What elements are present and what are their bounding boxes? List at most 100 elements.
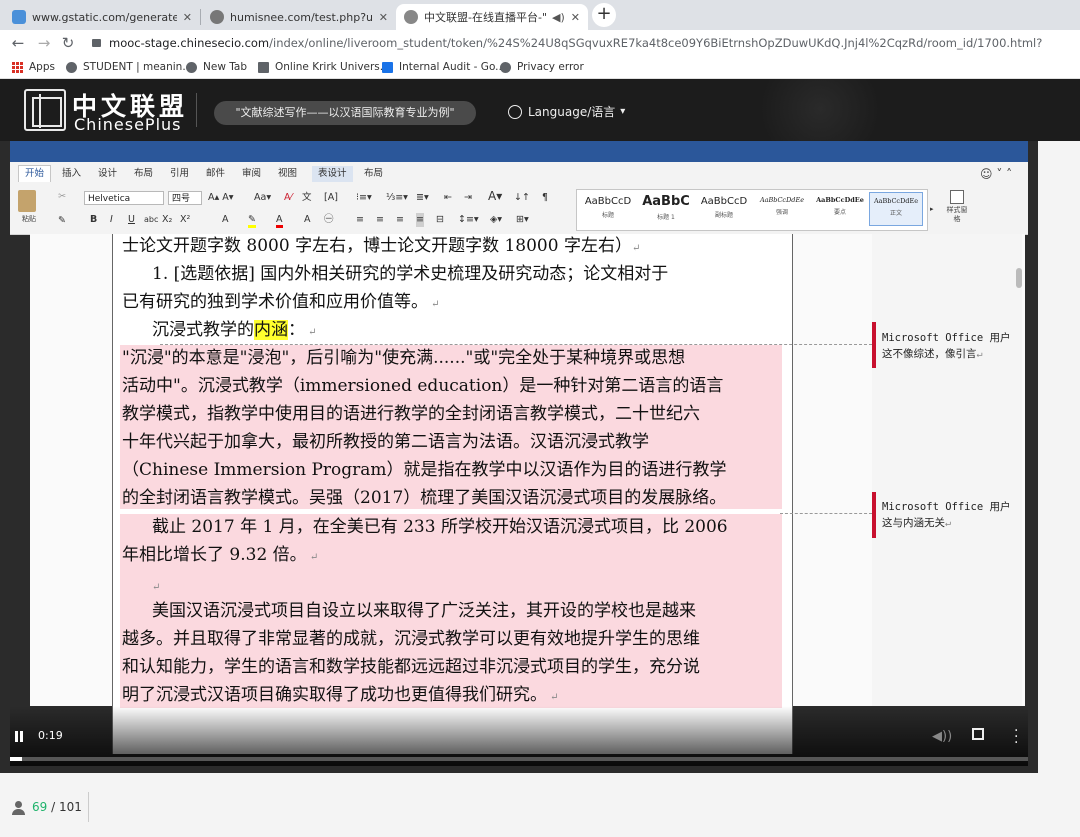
comment-balloon-2[interactable]: Microsoft Office 用户 这与内涵无关↵ — [872, 499, 1022, 532]
ribbon-tab-mailings[interactable]: 邮件 — [200, 166, 231, 182]
ribbon-tab-insert[interactable]: 插入 — [56, 166, 87, 182]
ribbon-tab-table-design[interactable]: 表设计 — [312, 166, 353, 182]
font-name-box[interactable]: Helvetica — [84, 191, 164, 205]
doc-line: 美国汉语沉浸式项目自设立以来取得了广泛关注，其开设的学校也是越来 — [122, 599, 782, 623]
doc-line: 截止 2017 年 1 月，在全美已有 233 所学校开始汉语沉浸式项目，比 2… — [122, 515, 782, 539]
enclose-char-icon[interactable]: ㊀ — [324, 213, 334, 227]
shading-icon[interactable]: ◈▾ — [490, 213, 502, 227]
bookmark-student[interactable]: STUDENT | meanin... — [66, 59, 192, 75]
browser-tab-gstatic[interactable]: www.gstatic.com/generate_204 ✕ — [4, 4, 200, 30]
italic-icon[interactable]: I — [110, 213, 113, 227]
sort-icon[interactable]: ↓↑ — [514, 191, 530, 205]
feedback-smiley-icon[interactable]: ☺ ˅ ˄ — [980, 167, 1012, 181]
show-formatting-icon[interactable]: ¶ — [542, 191, 548, 205]
close-tab-icon[interactable]: ✕ — [183, 11, 192, 24]
style-heading1[interactable]: AaBbC 标题 1 — [639, 192, 693, 226]
ribbon-tab-home[interactable]: 开始 — [18, 165, 52, 182]
distributed-icon[interactable]: ⊟ — [436, 213, 444, 227]
strikethrough-icon[interactable]: abc — [144, 213, 158, 227]
format-painter-icon[interactable]: ✎ — [58, 214, 66, 228]
text-effects-icon[interactable]: A — [222, 213, 229, 227]
address-bar[interactable]: mooc-stage.chinesecio.com/index/online/l… — [92, 32, 1072, 72]
styles-pane-button[interactable]: 样式窗格 — [946, 190, 968, 224]
char-shading-icon[interactable]: A — [304, 213, 311, 227]
font-size-box[interactable]: 四号 — [168, 191, 202, 205]
subscript-icon[interactable]: X₂ — [162, 213, 172, 227]
char-border-icon[interactable]: [A] — [324, 191, 338, 205]
style-emphasis[interactable]: AaBbCcDdEe 强调 — [755, 192, 809, 226]
ribbon-tab-table-layout[interactable]: 布局 — [358, 166, 389, 182]
close-tab-icon[interactable]: ✕ — [379, 11, 388, 24]
bookmark-apps[interactable]: Apps — [12, 59, 55, 75]
cut-icon[interactable]: ✂ — [58, 190, 66, 204]
fullscreen-icon[interactable] — [972, 728, 984, 740]
font-color-icon[interactable]: A — [276, 213, 283, 228]
comment-balloon-1[interactable]: Microsoft Office 用户 这不像综述，像引言↵ — [872, 330, 1022, 363]
align-center-icon[interactable]: ≡ — [376, 213, 384, 227]
grow-shrink-font-icon[interactable]: A▴ A▾ — [208, 191, 234, 205]
bold-icon[interactable]: B — [90, 213, 97, 227]
browser-tab-humisnee[interactable]: humisnee.com/test.php?uuid=6: ✕ — [202, 4, 396, 30]
speaker-icon[interactable]: ◀) — [552, 11, 565, 24]
style-name: 正文 — [889, 210, 902, 217]
ribbon-tab-references[interactable]: 引用 — [164, 166, 195, 182]
text-direction-icon[interactable]: A▾ — [488, 190, 502, 204]
increase-indent-icon[interactable]: ⇥ — [464, 191, 472, 205]
doc-line: 教学模式，指教学中使用目的语进行教学的全封闭语言教学模式，二十世纪六 — [122, 402, 782, 426]
style-title[interactable]: AaBbCcD 标题 — [581, 192, 635, 226]
decrease-indent-icon[interactable]: ⇤ — [444, 191, 452, 205]
new-tab-button[interactable]: + — [592, 3, 616, 27]
pause-icon[interactable] — [14, 731, 26, 743]
back-arrow-icon[interactable]: ← — [8, 33, 28, 53]
comment-connector-line — [780, 513, 872, 514]
ribbon-tab-view[interactable]: 视图 — [272, 166, 303, 182]
underline-icon[interactable]: U — [128, 213, 135, 227]
ribbon-tab-layout[interactable]: 布局 — [128, 166, 159, 182]
style-sample: AaBbC — [642, 194, 690, 209]
bookmark-new-tab[interactable]: New Tab — [186, 59, 247, 75]
align-left-icon[interactable]: ≡ — [356, 213, 364, 227]
close-tab-icon[interactable]: ✕ — [571, 11, 580, 24]
comment-connector-line — [160, 344, 872, 345]
volume-icon[interactable]: ◀)) — [932, 729, 952, 744]
browser-tab-chineseplus[interactable]: 中文联盟-在线直播平台-"文献 ◀) ✕ — [396, 4, 588, 30]
bookmark-krirk[interactable]: Online Krirk Univers... — [258, 59, 390, 75]
doc-text: 士论文开题字数 8000 字左右，博士论文开题字数 18000 字左右） — [122, 236, 632, 256]
superscript-icon[interactable]: X² — [180, 213, 190, 227]
language-selector[interactable]: Language/语言 ▾ — [508, 103, 625, 120]
align-right-icon[interactable]: ≡ — [396, 213, 404, 227]
style-normal[interactable]: AaBbCcDdEe 正文 — [869, 192, 923, 226]
bookmark-privacy-error[interactable]: Privacy error — [500, 59, 584, 75]
clear-formatting-icon[interactable]: A⁄ — [284, 191, 292, 205]
borders-icon[interactable]: ⊞▾ — [516, 213, 529, 227]
style-subtitle[interactable]: AaBbCcD 副标题 — [697, 192, 751, 226]
styles-more-arrow-icon[interactable]: ▸ — [930, 203, 934, 217]
document-scrollbar[interactable] — [1016, 268, 1022, 288]
bookmarks-bar: Apps STUDENT | meanin... New Tab Online … — [0, 56, 1080, 79]
paragraph-mark-icon: ↵ — [152, 582, 161, 593]
style-strong[interactable]: AaBbCcDdEe 要点 — [813, 192, 867, 226]
doc-text: 十年代兴起于加拿大，最初所教授的第二语言为法语。汉语沉浸式教学 — [122, 432, 649, 452]
chineseplus-logo-icon[interactable] — [24, 89, 66, 131]
change-case-icon[interactable]: Aa▾ — [254, 191, 271, 205]
right-side-panel — [1038, 141, 1080, 773]
bookmark-label: New Tab — [203, 61, 248, 73]
forward-arrow-icon[interactable]: → — [34, 33, 54, 53]
justify-icon[interactable]: ≡ — [416, 213, 424, 227]
bookmark-internal-audit[interactable]: Internal Audit - Go... — [382, 59, 505, 75]
progress-bar[interactable] — [10, 757, 1028, 761]
phonetic-icon[interactable]: 文 — [302, 191, 312, 205]
reload-icon[interactable]: ↻ — [58, 33, 78, 53]
more-options-icon[interactable]: · · · — [1014, 724, 1018, 750]
multilevel-list-icon[interactable]: ≣▾ — [416, 191, 429, 205]
numbering-icon[interactable]: ⅓≡▾ — [386, 191, 408, 205]
drive-icon — [382, 61, 393, 73]
bullets-icon[interactable]: ⁝≡▾ — [356, 191, 372, 205]
highlight-color-icon[interactable]: ✎ — [248, 213, 256, 228]
ribbon-tab-review[interactable]: 审阅 — [236, 166, 267, 182]
paste-icon[interactable] — [18, 190, 36, 212]
doc-text: 1. [选题依据] 国内外相关研究的学术史梳理及研究动态；论文相对于 — [152, 264, 669, 284]
globe-icon — [186, 61, 197, 73]
line-spacing-icon[interactable]: ↕≡▾ — [458, 213, 479, 227]
ribbon-tab-design[interactable]: 设计 — [92, 166, 123, 182]
